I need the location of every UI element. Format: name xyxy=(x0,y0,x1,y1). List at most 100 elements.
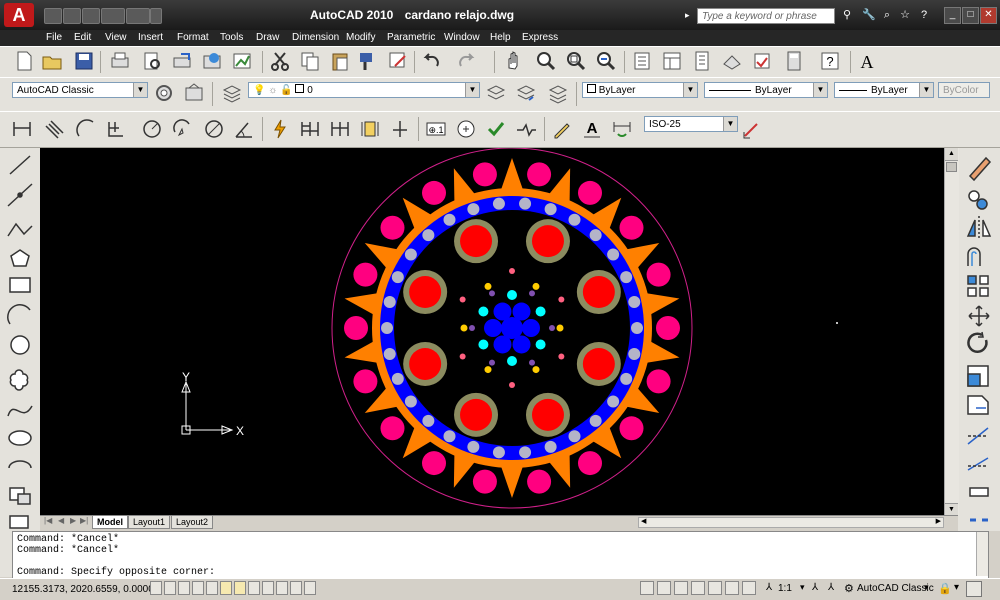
search-expand-icon[interactable]: ▸ xyxy=(685,10,693,22)
hub-yellow-dot[interactable] xyxy=(532,282,540,290)
scale-icon[interactable] xyxy=(967,365,989,387)
move-icon[interactable] xyxy=(968,305,990,327)
bolt-hole[interactable] xyxy=(582,276,615,309)
bearing-ball[interactable] xyxy=(404,248,417,261)
new-icon[interactable] xyxy=(12,49,36,73)
bolt-hole[interactable] xyxy=(460,225,493,258)
hub-cyan-dot[interactable] xyxy=(507,290,517,300)
polyline-icon[interactable] xyxy=(7,222,33,237)
hub-small-dot[interactable] xyxy=(469,325,475,331)
tab-layout1[interactable]: Layout1 xyxy=(128,516,171,529)
rotate-icon[interactable] xyxy=(967,331,988,353)
selection-cycling-toggle-icon[interactable] xyxy=(304,581,316,595)
dyn-toggle-icon[interactable] xyxy=(262,581,274,595)
outer-dot[interactable] xyxy=(656,316,680,340)
annotation-scale-icon[interactable]: ⅄ xyxy=(766,582,772,593)
close-icon[interactable]: ✕ xyxy=(980,7,997,24)
clean-screen-icon[interactable] xyxy=(966,581,982,597)
my-workspace-icon[interactable] xyxy=(182,81,206,105)
bearing-ball[interactable] xyxy=(467,440,480,453)
jogged-dimension-icon[interactable] xyxy=(170,117,194,141)
command-scrollbar[interactable] xyxy=(976,532,988,576)
hub-small-dot[interactable] xyxy=(489,359,495,366)
copy-icon[interactable] xyxy=(298,49,322,73)
outer-dot[interactable] xyxy=(344,316,368,340)
dim-style-select[interactable]: ISO-25 ▼ xyxy=(644,116,738,132)
bolt-hole[interactable] xyxy=(409,276,442,309)
open-icon[interactable] xyxy=(63,8,81,24)
menu-format[interactable]: Format xyxy=(177,32,209,43)
drawing-canvas[interactable]: Y X xyxy=(40,148,945,515)
trim-icon[interactable] xyxy=(967,427,989,445)
hub-circle[interactable] xyxy=(484,319,502,337)
quick-properties-toggle-icon[interactable] xyxy=(290,581,302,595)
bearing-ball[interactable] xyxy=(628,296,641,309)
chevron-down-icon[interactable]: ▾ xyxy=(800,582,805,593)
tool-palettes-icon[interactable] xyxy=(690,49,714,73)
outer-dot[interactable] xyxy=(578,180,602,205)
stray-point[interactable] xyxy=(836,322,838,324)
hub-circle[interactable] xyxy=(493,335,512,354)
hub-small-dot[interactable] xyxy=(529,359,535,366)
quick-access-dropdown-icon[interactable] xyxy=(150,8,162,24)
array-icon[interactable] xyxy=(967,275,989,297)
hub-yellow-dot[interactable] xyxy=(460,324,468,332)
linear-dimension-icon[interactable] xyxy=(10,117,34,141)
outer-dot[interactable] xyxy=(472,162,497,187)
ortho-toggle-icon[interactable] xyxy=(178,581,190,595)
match-properties-icon[interactable] xyxy=(356,49,380,73)
hub-yellow-dot[interactable] xyxy=(484,282,492,290)
undo-icon[interactable] xyxy=(420,49,444,73)
hub-pink-dot[interactable] xyxy=(509,382,515,388)
outer-dot[interactable] xyxy=(527,162,552,187)
undo-icon[interactable] xyxy=(101,8,125,24)
menu-tools[interactable]: Tools xyxy=(220,32,243,43)
continue-dimension-icon[interactable] xyxy=(328,117,352,141)
communication-center-icon[interactable]: ⌕ xyxy=(880,9,894,22)
bearing-ball[interactable] xyxy=(422,229,435,242)
osnap-toggle-icon[interactable] xyxy=(206,581,218,595)
hub-yellow-dot[interactable] xyxy=(484,366,492,374)
qnew-icon[interactable] xyxy=(44,8,62,24)
bearing-ball[interactable] xyxy=(391,372,404,385)
command-window-grip[interactable] xyxy=(0,529,12,577)
quickcalc-icon[interactable] xyxy=(782,49,806,73)
workspace-status[interactable]: AutoCAD Classic xyxy=(857,583,934,594)
outer-dot[interactable] xyxy=(646,369,671,394)
plot-preview-icon[interactable] xyxy=(140,49,164,73)
text-style-icon[interactable]: A xyxy=(856,49,880,73)
outer-dot[interactable] xyxy=(422,451,446,476)
rectangle-icon[interactable] xyxy=(9,277,31,293)
web-publish-icon[interactable] xyxy=(230,49,254,73)
ordinate-dimension-icon[interactable] xyxy=(104,117,128,141)
scroll-up-icon[interactable]: ▲ xyxy=(945,148,958,161)
lineweight-toggle-icon[interactable] xyxy=(276,581,288,595)
bolt-hole[interactable] xyxy=(582,347,615,380)
block-editor-icon[interactable] xyxy=(386,49,410,73)
hub-circle[interactable] xyxy=(493,302,512,321)
outer-dot[interactable] xyxy=(380,416,405,441)
hub-pink-dot[interactable] xyxy=(459,353,466,360)
hub-small-dot[interactable] xyxy=(489,290,495,297)
zoom-previous-icon[interactable] xyxy=(594,49,618,73)
redo-icon[interactable] xyxy=(454,49,478,73)
hub-yellow-dot[interactable] xyxy=(532,366,540,374)
stretch-icon[interactable] xyxy=(967,395,989,415)
showmotion-icon[interactable] xyxy=(742,581,756,595)
workspace-settings-icon[interactable] xyxy=(152,81,176,105)
otrack-toggle-icon[interactable] xyxy=(234,581,246,595)
zoom-icon[interactable] xyxy=(708,581,722,595)
erase-icon[interactable] xyxy=(968,156,992,182)
menu-modify[interactable]: Modify xyxy=(346,32,375,43)
lineweight-select[interactable]: ByLayer ▼ xyxy=(834,82,934,98)
outer-dot[interactable] xyxy=(578,451,602,476)
line-icon[interactable] xyxy=(9,155,31,175)
bearing-ball[interactable] xyxy=(589,414,602,427)
bearing-ball[interactable] xyxy=(391,271,404,284)
bearing-ball[interactable] xyxy=(631,322,643,334)
hub-small-dot[interactable] xyxy=(529,290,535,297)
hub-pink-dot[interactable] xyxy=(459,296,466,303)
menu-dimension[interactable]: Dimension xyxy=(292,32,339,43)
dimension-style-icon[interactable] xyxy=(740,117,764,141)
make-object-layer-current-icon[interactable] xyxy=(484,81,508,105)
